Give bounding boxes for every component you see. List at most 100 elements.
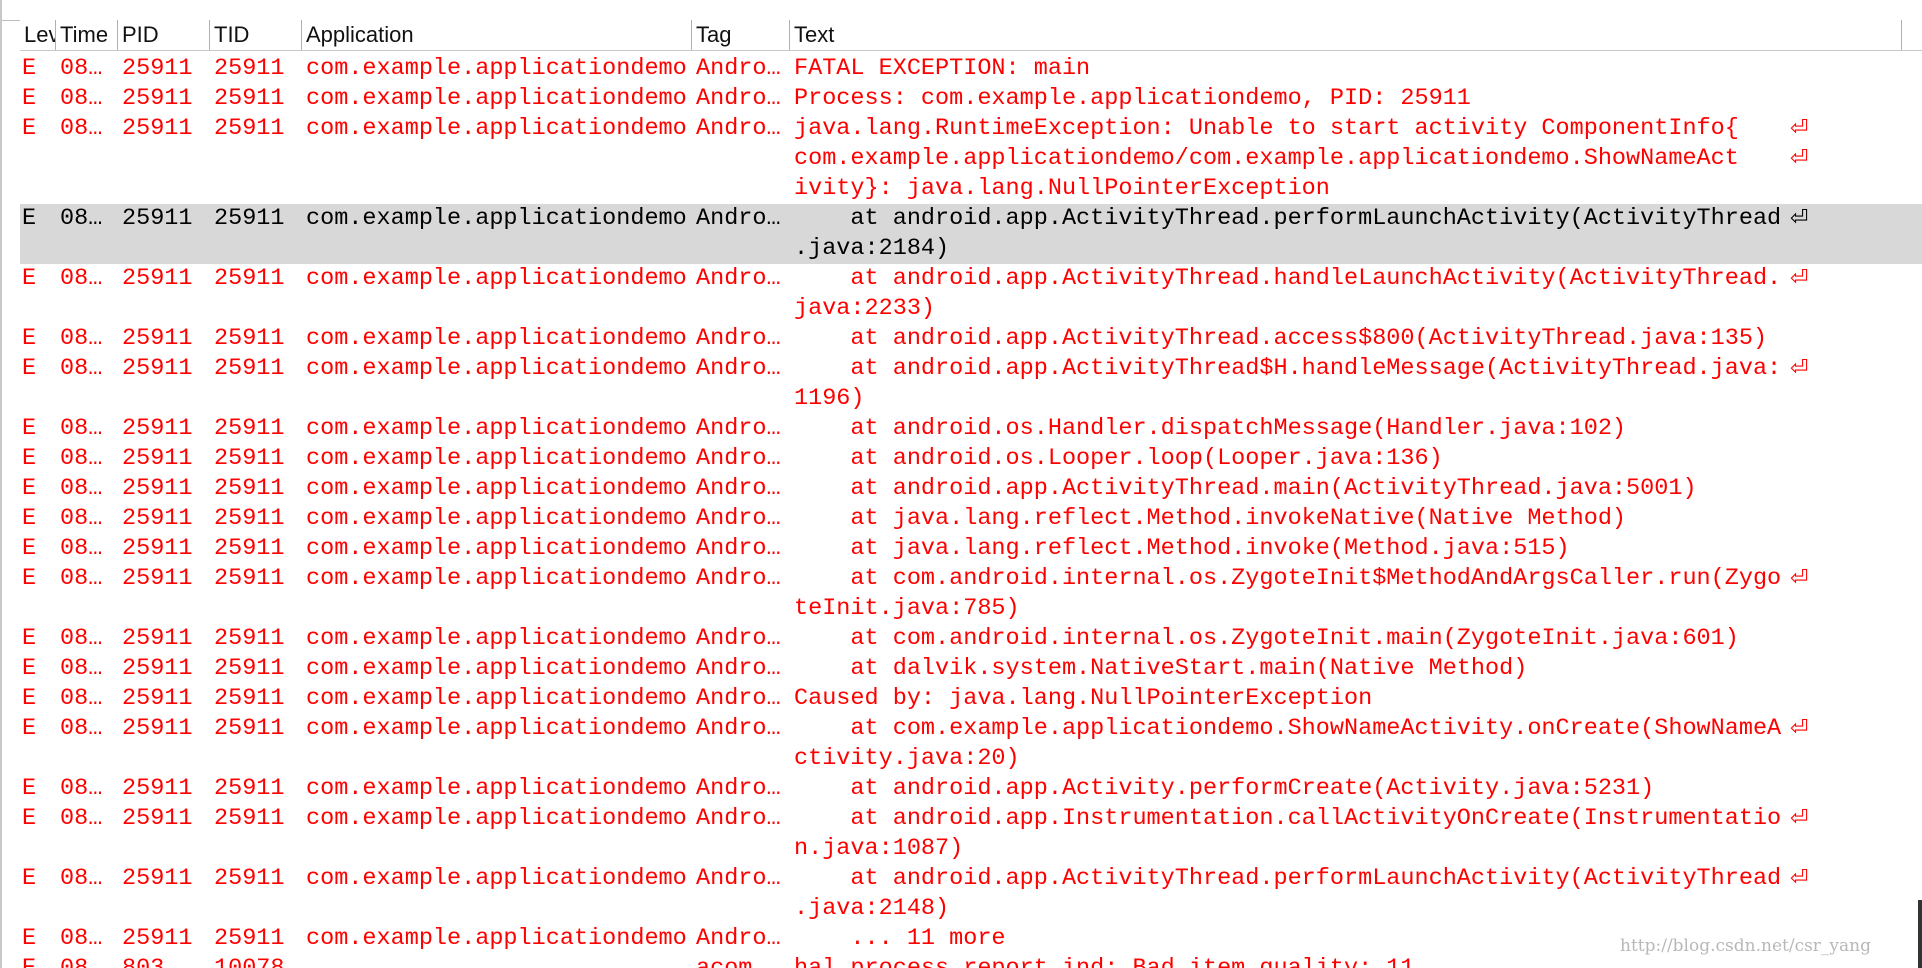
log-row[interactable]: E 08… 25911 25911 com.example.applicationdem… xyxy=(20,504,1922,534)
log-row[interactable]: E 08… 25911 25911 com.example.applicationdem… xyxy=(20,114,1922,204)
line-wrap-icon: ⏎ xyxy=(1790,266,1809,291)
row-level: E xyxy=(22,415,37,442)
row-message-line: java.lang.RuntimeException: Unable to st… xyxy=(794,115,1739,142)
row-level: E xyxy=(22,55,37,82)
row-message-line: at dalvik.system.NativeStart.main(Native… xyxy=(794,655,1528,682)
row-time: 08… xyxy=(60,625,103,652)
log-row[interactable]: E 08… 25911 25911 com.example.applicationdem… xyxy=(20,204,1922,264)
row-time: 08… xyxy=(60,805,103,832)
log-row[interactable]: E 08… 25911 25911 com.example.applicationdem… xyxy=(20,804,1922,864)
row-message: at android.app.Instrumentation.callActiv… xyxy=(794,804,1914,864)
row-tag: Andro… xyxy=(696,925,781,952)
row-application: com.example.applicationdemo xyxy=(306,505,687,532)
log-row[interactable]: E 08… 25911 25911 com.example.applicationdem… xyxy=(20,684,1922,714)
log-row[interactable]: E 08… 25911 25911 com.example.applicationdem… xyxy=(20,414,1922,444)
row-application: com.example.applicationdemo xyxy=(306,55,687,82)
log-row[interactable]: E 08… 25911 25911 com.example.applicationdem… xyxy=(20,624,1922,654)
column-header-text[interactable]: Text xyxy=(790,20,1902,50)
row-level: E xyxy=(22,115,37,142)
row-message: at java.lang.reflect.Method.invokeNative… xyxy=(794,504,1914,534)
row-pid: 25911 xyxy=(122,625,193,652)
row-message-line: at android.app.Instrumentation.callActiv… xyxy=(794,805,1782,832)
row-application: com.example.applicationdemo xyxy=(306,85,687,112)
log-row[interactable]: E 08… 25911 25911 com.example.applicationdem… xyxy=(20,714,1922,774)
log-row[interactable]: E 08… 25911 25911 com.example.applicationdem… xyxy=(20,354,1922,414)
log-row[interactable]: E 08… 25911 25911 com.example.applicationdem… xyxy=(20,534,1922,564)
log-row[interactable]: E 08… 25911 25911 com.example.applicationdem… xyxy=(20,264,1922,324)
log-row[interactable]: E 08… 25911 25911 com.example.applicationdem… xyxy=(20,654,1922,684)
row-time: 08… xyxy=(60,655,103,682)
log-row[interactable]: E 08… 25911 25911 com.example.applicationdem… xyxy=(20,474,1922,504)
row-level: E xyxy=(22,925,37,952)
row-tid: 25911 xyxy=(214,865,285,892)
row-tid: 25911 xyxy=(214,415,285,442)
row-application: com.example.applicationdemo xyxy=(306,805,687,832)
log-row[interactable]: E 08… 25911 25911 com.example.applicationdem… xyxy=(20,324,1922,354)
row-message-line: .java:2148) xyxy=(794,895,950,922)
row-tag: Andro… xyxy=(696,655,781,682)
row-message: at java.lang.reflect.Method.invoke(Metho… xyxy=(794,534,1914,564)
row-pid: 25911 xyxy=(122,115,193,142)
column-header-time[interactable]: Time xyxy=(56,20,118,50)
log-row[interactable]: E 08… 25911 25911 com.example.applicationdem… xyxy=(20,444,1922,474)
log-row[interactable]: E 08… 25911 25911 com.example.applicationdem… xyxy=(20,774,1922,804)
row-application: com.example.applicationdemo xyxy=(306,925,687,952)
row-tag: Andro… xyxy=(696,265,781,292)
row-message-line: at android.app.ActivityThread.main(Activ… xyxy=(794,475,1697,502)
column-header-application[interactable]: Application xyxy=(302,20,692,50)
row-tag: Andro… xyxy=(696,475,781,502)
row-message-line: at java.lang.reflect.Method.invoke(Metho… xyxy=(794,535,1570,562)
row-message-line: FATAL EXCEPTION: main xyxy=(794,55,1091,82)
row-time: 08… xyxy=(60,415,103,442)
row-message-line: ctivity.java:20) xyxy=(794,745,1020,772)
column-header-tid[interactable]: TID xyxy=(210,20,302,50)
column-header-level[interactable]: Lev xyxy=(20,20,56,50)
log-row[interactable]: E 08… 25911 25911 com.example.applicationdem… xyxy=(20,84,1922,114)
row-message-line: at java.lang.reflect.Method.invokeNative… xyxy=(794,505,1627,532)
row-time: 08… xyxy=(60,565,103,592)
row-message-line: at android.app.ActivityThread.performLau… xyxy=(794,205,1782,232)
row-time: 08… xyxy=(60,355,103,382)
row-pid: 25911 xyxy=(122,685,193,712)
log-row[interactable]: E 08… 25911 25911 com.example.applicationdem… xyxy=(20,564,1922,624)
row-application: com.example.applicationdemo xyxy=(306,475,687,502)
row-tag: Andro… xyxy=(696,685,781,712)
row-level: E xyxy=(22,85,37,112)
column-header-tag[interactable]: Tag xyxy=(692,20,790,50)
row-level: E xyxy=(22,325,37,352)
row-time: 08… xyxy=(60,445,103,472)
row-tid: 25911 xyxy=(214,505,285,532)
log-row[interactable]: E 08… 803 10078 acom… hal_process_report_ind:… xyxy=(20,954,1922,968)
row-tid: 25911 xyxy=(214,625,285,652)
row-level: E xyxy=(22,265,37,292)
row-time: 08… xyxy=(60,55,103,82)
row-tag: Andro… xyxy=(696,535,781,562)
row-tid: 25911 xyxy=(214,445,285,472)
row-pid: 25911 xyxy=(122,565,193,592)
row-tag: Andro… xyxy=(696,565,781,592)
row-pid: 25911 xyxy=(122,865,193,892)
log-row[interactable]: E 08… 25911 25911 com.example.applicationdem… xyxy=(20,54,1922,84)
row-tid: 25911 xyxy=(214,655,285,682)
column-header-pid[interactable]: PID xyxy=(118,20,210,50)
row-tag: Andro… xyxy=(696,505,781,532)
row-pid: 803 xyxy=(122,954,208,968)
window-top-bar xyxy=(0,0,1922,21)
row-application: com.example.applicationdemo xyxy=(306,655,687,682)
row-message: at com.android.internal.os.ZygoteInit.ma… xyxy=(794,624,1914,654)
row-message-line: com.example.applicationdemo/com.example.… xyxy=(794,145,1739,172)
log-row[interactable]: E 08… 25911 25911 com.example.applicationdem… xyxy=(20,864,1922,924)
row-application: com.example.applicationdemo xyxy=(306,205,687,232)
vertical-scrollbar-thumb[interactable] xyxy=(1918,900,1922,968)
row-tag: Andro… xyxy=(696,715,781,742)
row-level: E xyxy=(22,715,37,742)
row-tid: 25911 xyxy=(214,565,285,592)
row-message: at com.example.applicationdemo.ShowNameA… xyxy=(794,714,1914,774)
row-message-line: .java:2184) xyxy=(794,235,950,262)
row-level: E xyxy=(22,475,37,502)
line-wrap-icon: ⏎ xyxy=(1790,866,1809,891)
line-wrap-icon: ⏎ xyxy=(1790,206,1809,231)
row-message-line: at android.app.ActivityThread.performLau… xyxy=(794,865,1782,892)
logcat-table[interactable]: E 08… 25911 25911 com.example.applicationdem… xyxy=(20,54,1922,968)
row-time: 08… xyxy=(60,685,103,712)
